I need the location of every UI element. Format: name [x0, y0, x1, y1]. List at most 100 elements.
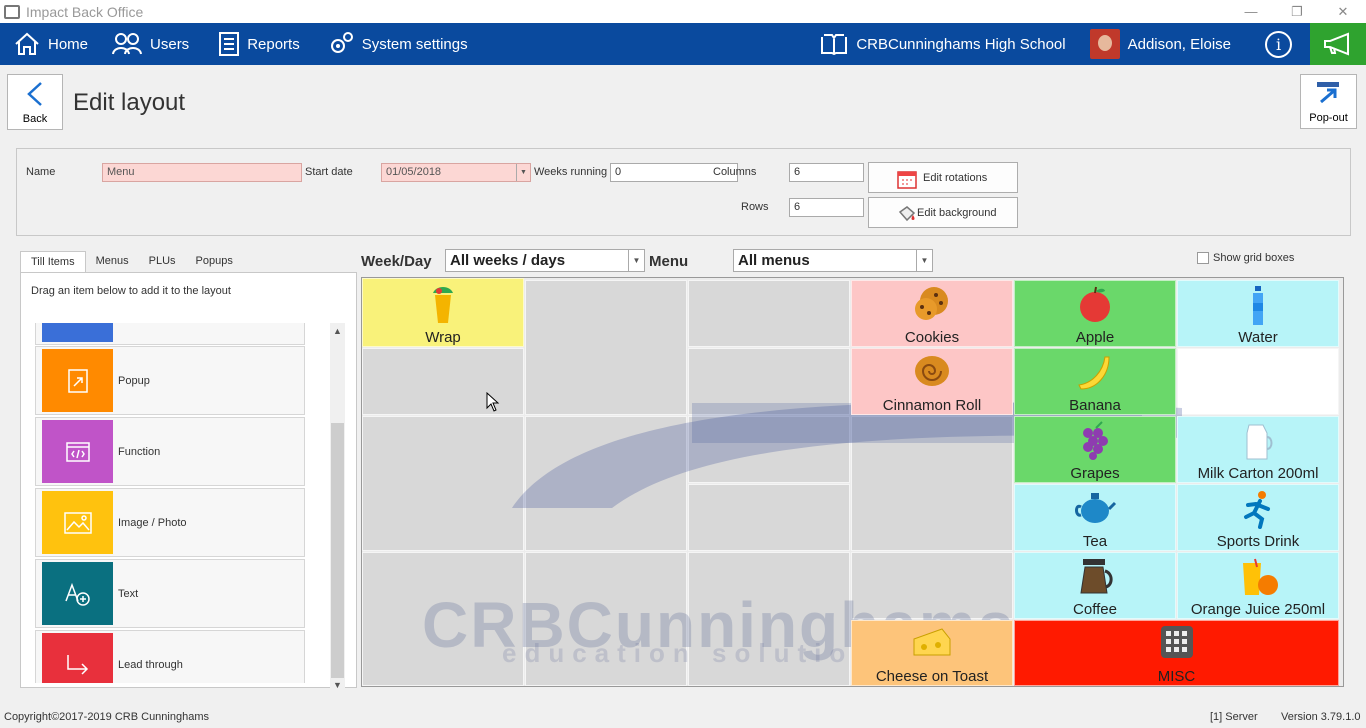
nav-system-settings-label: System settings — [361, 35, 468, 53]
palette-item-popup[interactable]: Popup — [35, 346, 305, 415]
till-button-banana[interactable]: Banana — [1014, 348, 1176, 415]
school-selector[interactable]: CRBCunninghams High School — [810, 23, 1075, 65]
empty-cell[interactable] — [1177, 348, 1339, 415]
till-button-tea[interactable]: Tea — [1014, 484, 1176, 551]
runner-icon — [1244, 491, 1270, 529]
till-button-sports-drink[interactable]: Sports Drink — [1177, 484, 1339, 551]
app-icon — [4, 4, 20, 19]
palette-item-tile — [42, 323, 113, 342]
weekday-select[interactable]: All weeks / days ▼ — [445, 249, 645, 272]
till-button-grapes[interactable]: Grapes — [1014, 416, 1176, 483]
tab-menus[interactable]: Menus — [86, 251, 139, 273]
palette-item-lead-through[interactable]: Lead through — [35, 630, 305, 683]
cinnamon-roll-icon — [915, 356, 949, 386]
till-button-orange-juice[interactable]: Orange Juice 250ml — [1177, 552, 1339, 619]
till-button-label: Apple — [1075, 329, 1115, 346]
till-button-label: Orange Juice 250ml — [1190, 601, 1326, 618]
tab-plus[interactable]: PLUs — [139, 251, 186, 273]
rows-input[interactable]: 6 — [789, 198, 864, 217]
till-button-label: Banana — [1069, 397, 1121, 414]
user-menu[interactable]: Addison, Eloise — [1080, 23, 1241, 65]
reports-icon — [219, 32, 240, 56]
back-button[interactable]: Back — [7, 74, 63, 130]
chevron-down-icon[interactable]: ▼ — [916, 250, 932, 271]
show-grid-boxes-label: Show grid boxes — [1213, 252, 1295, 264]
start-date-value: 01/05/2018 — [386, 166, 442, 178]
menu-label: Menu — [649, 253, 689, 270]
nav-users-label: Users — [150, 35, 190, 53]
nav-users[interactable]: Users — [102, 23, 199, 65]
till-button-label: Cookies — [904, 329, 960, 346]
till-button-cookies[interactable]: Cookies — [851, 280, 1013, 347]
till-button-cinnamon-roll[interactable]: Cinnamon Roll — [851, 348, 1013, 415]
palette-item-list: Popup Function Image / Photo Text Lead t… — [35, 323, 305, 683]
edit-rotations-button[interactable]: Edit rotations — [868, 162, 1018, 193]
tab-till-items[interactable]: Till Items — [20, 251, 86, 273]
till-button-label: Cinnamon Roll — [882, 397, 982, 414]
scroll-down-icon[interactable]: ▼ — [330, 677, 345, 693]
popout-button[interactable]: Pop-out — [1300, 74, 1357, 129]
start-date-label: Start date — [305, 166, 353, 178]
empty-cell[interactable] — [688, 280, 850, 347]
layout-canvas[interactable]: CRBCunninghams education solutions Wrap … — [361, 277, 1344, 687]
grapes-icon — [1083, 421, 1108, 460]
nav-reports[interactable]: Reports — [209, 23, 310, 65]
till-button-water[interactable]: Water — [1177, 280, 1339, 347]
status-bar: Copyright©2017-2019 CRB Cunninghams [1] … — [0, 706, 1366, 728]
till-button-misc[interactable]: MISC — [1014, 620, 1339, 686]
name-label: Name — [26, 166, 56, 178]
edit-background-button[interactable]: Edit background — [868, 197, 1018, 228]
menu-select[interactable]: All menus ▼ — [733, 249, 933, 272]
restore-button[interactable]: ❐ — [1274, 0, 1320, 23]
avatar — [1089, 29, 1120, 59]
info-button[interactable]: i — [1265, 30, 1292, 58]
name-input[interactable]: Menu — [102, 163, 302, 182]
page-header: Back Edit layout Pop-out — [0, 65, 1366, 140]
till-button-apple[interactable]: Apple — [1014, 280, 1176, 347]
palette-item-function[interactable]: Function — [35, 417, 305, 486]
palette-item-partial[interactable] — [35, 323, 305, 345]
till-button-coffee[interactable]: Coffee — [1014, 552, 1176, 619]
home-icon — [15, 32, 39, 55]
nav-system-settings[interactable]: System settings — [318, 23, 478, 65]
teapot-icon — [1075, 493, 1117, 523]
start-date-picker[interactable]: 01/05/2018 ▼ — [381, 163, 531, 182]
checkbox-box[interactable] — [1197, 252, 1209, 264]
cookie-icon — [915, 287, 948, 320]
palette-item-text[interactable]: Text — [35, 559, 305, 628]
till-button-label: Sports Drink — [1216, 533, 1300, 550]
tab-popups[interactable]: Popups — [186, 251, 243, 273]
till-button-label: Grapes — [1070, 465, 1120, 482]
calendar-icon — [897, 171, 917, 189]
function-icon — [65, 441, 90, 462]
palette-item-image[interactable]: Image / Photo — [35, 488, 305, 557]
close-button[interactable]: ✕ — [1320, 0, 1366, 23]
minimize-button[interactable]: — — [1228, 0, 1274, 23]
nav-home[interactable]: Home — [0, 23, 98, 65]
palette-hint: Drag an item below to add it to the layo… — [31, 285, 231, 297]
chevron-down-icon[interactable]: ▼ — [628, 250, 644, 271]
palette-item-label: Function — [118, 446, 161, 458]
columns-input[interactable]: 6 — [789, 163, 864, 182]
edit-background-label: Edit background — [917, 206, 997, 219]
palette-item-tile — [42, 562, 113, 625]
announcement-button[interactable] — [1310, 23, 1366, 65]
main-navbar: Home Users Reports System settings CRBCu… — [0, 23, 1366, 65]
window-titlebar: Impact Back Office — ❐ ✕ — [0, 0, 1366, 23]
show-grid-boxes-checkbox[interactable]: Show grid boxes — [1197, 252, 1294, 264]
server-status: [1] Server — [1210, 711, 1258, 723]
chevron-down-icon[interactable]: ▼ — [516, 164, 530, 181]
till-button-cheese-on-toast[interactable]: Cheese on Toast — [851, 620, 1013, 686]
megaphone-icon — [1324, 32, 1349, 56]
palette-item-label: Image / Photo — [118, 517, 187, 529]
rows-label: Rows — [741, 201, 769, 213]
palette-scrollbar[interactable]: ▲ ▼ — [330, 323, 345, 693]
palette-item-tile — [42, 491, 113, 554]
scroll-up-icon[interactable]: ▲ — [330, 323, 345, 339]
till-button-milk-carton[interactable]: Milk Carton 200ml — [1177, 416, 1339, 483]
text-icon — [64, 582, 90, 606]
scroll-thumb[interactable] — [331, 423, 344, 678]
edit-rotations-label: Edit rotations — [923, 171, 988, 184]
popout-icon — [1316, 82, 1339, 104]
till-button-wrap[interactable]: Wrap — [362, 278, 524, 347]
